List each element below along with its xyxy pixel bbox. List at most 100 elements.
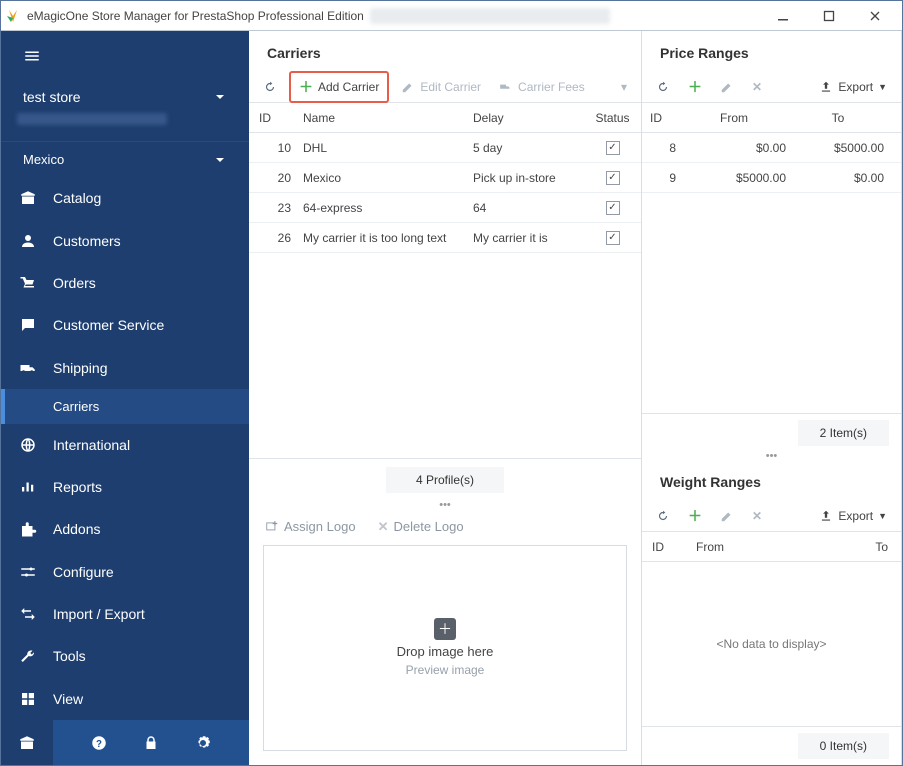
- weight-ranges-footer: 0 Item(s): [642, 726, 901, 765]
- delete-button[interactable]: ✕: [746, 77, 768, 97]
- store-name: test store: [23, 89, 81, 105]
- titlebar: eMagicOne Store Manager for PrestaShop P…: [1, 1, 902, 31]
- logo-drop-area[interactable]: ＋ Drop image here Preview image: [263, 545, 627, 752]
- cell-id: 9: [642, 171, 682, 185]
- edit-button[interactable]: [714, 77, 740, 97]
- refresh-button[interactable]: [650, 506, 676, 526]
- store-subtitle: [1, 113, 249, 141]
- nav-international[interactable]: International: [1, 424, 249, 466]
- minimize-button[interactable]: [760, 2, 806, 30]
- cell-name: 64-express: [297, 201, 467, 215]
- carriers-header-row: ID Name Delay Status: [249, 103, 641, 133]
- splitter[interactable]: •••: [249, 501, 641, 509]
- app-logo-icon: [5, 8, 21, 24]
- col-id[interactable]: ID: [249, 111, 297, 125]
- chevron-down-icon: [213, 153, 227, 167]
- pencil-icon: [720, 509, 734, 523]
- chevron-down-icon: [213, 90, 227, 104]
- carriers-toolbar: ＋ Add Carrier Edit Carrier Carrier Fees …: [249, 71, 641, 103]
- table-row[interactable]: 2364-express64✓: [249, 193, 641, 223]
- nav-configure[interactable]: Configure: [1, 551, 249, 593]
- delete-logo-button[interactable]: ✕ Delete Logo: [372, 516, 470, 538]
- bottombar-help[interactable]: ?: [73, 720, 125, 765]
- preview-text: Preview image: [406, 663, 485, 677]
- col-to[interactable]: To: [810, 540, 898, 554]
- nav-reports[interactable]: Reports: [1, 466, 249, 508]
- cell-status: ✓: [585, 141, 640, 155]
- export-button[interactable]: Export▼: [813, 77, 893, 97]
- add-button[interactable]: ＋: [682, 503, 708, 529]
- add-carrier-button[interactable]: ＋ Add Carrier: [289, 71, 389, 103]
- export-button[interactable]: Export▼: [813, 506, 893, 526]
- nav-orders[interactable]: Orders: [1, 262, 249, 304]
- col-status[interactable]: Status: [585, 111, 640, 125]
- price-ranges-toolbar: ＋ ✕ Export▼: [642, 71, 901, 103]
- refresh-button[interactable]: [650, 77, 676, 97]
- export-icon: [819, 80, 833, 94]
- close-button[interactable]: [852, 2, 898, 30]
- nav-catalog[interactable]: Catalog: [1, 177, 249, 219]
- weight-ranges-title: Weight Ranges: [642, 460, 901, 500]
- maximize-button[interactable]: [806, 2, 852, 30]
- nav-customer-service[interactable]: Customer Service: [1, 304, 249, 346]
- bottombar-store-tab[interactable]: [1, 720, 53, 765]
- refresh-button[interactable]: [257, 77, 283, 97]
- price-ranges-footer: 2 Item(s): [642, 413, 901, 452]
- col-id[interactable]: ID: [642, 540, 690, 554]
- pencil-icon: [401, 80, 415, 94]
- cell-delay: 5 day: [467, 141, 585, 155]
- close-icon: ✕: [378, 519, 389, 535]
- col-id[interactable]: ID: [642, 111, 682, 125]
- col-from[interactable]: From: [690, 540, 810, 554]
- toolbar-dropdown[interactable]: ▾: [615, 77, 633, 97]
- table-row[interactable]: 20MexicoPick up in-store✓: [249, 163, 641, 193]
- nav-customers[interactable]: Customers: [1, 219, 249, 261]
- edit-button[interactable]: [714, 506, 740, 526]
- nav-addons[interactable]: Addons: [1, 508, 249, 550]
- bottombar-lock[interactable]: [125, 720, 177, 765]
- main-content: Carriers ＋ Add Carrier Edit Carrier Carr…: [249, 31, 902, 765]
- nav-import-export[interactable]: Import / Export: [1, 593, 249, 635]
- drop-text: Drop image here: [397, 644, 494, 659]
- nav-shipping[interactable]: Shipping: [1, 347, 249, 389]
- truck-icon: [19, 359, 37, 377]
- splitter[interactable]: •••: [642, 452, 901, 460]
- status-checkbox[interactable]: ✓: [606, 171, 620, 185]
- add-button[interactable]: ＋: [682, 74, 708, 100]
- table-row[interactable]: 8$0.00$5000.00: [642, 133, 901, 163]
- grid-icon: [19, 690, 37, 708]
- cell-id: 10: [249, 141, 297, 155]
- country-selector[interactable]: Mexico: [1, 141, 249, 177]
- delete-button[interactable]: ✕: [746, 506, 768, 526]
- title-blurred: [370, 8, 610, 24]
- cell-to: $0.00: [792, 171, 892, 185]
- wrench-icon: [19, 647, 37, 665]
- table-row[interactable]: 26My carrier it is too long textMy carri…: [249, 223, 641, 253]
- status-checkbox[interactable]: ✓: [606, 231, 620, 245]
- col-name[interactable]: Name: [297, 111, 467, 125]
- export-icon: [819, 509, 833, 523]
- country-label: Mexico: [23, 152, 64, 167]
- nav-carriers[interactable]: Carriers: [1, 389, 249, 424]
- box-icon: [18, 734, 36, 752]
- nav-view[interactable]: View: [1, 678, 249, 720]
- cell-delay: 64: [467, 201, 585, 215]
- status-checkbox[interactable]: ✓: [606, 141, 620, 155]
- store-selector[interactable]: test store: [1, 81, 249, 113]
- status-checkbox[interactable]: ✓: [606, 201, 620, 215]
- hamburger-button[interactable]: [1, 31, 249, 81]
- col-delay[interactable]: Delay: [467, 111, 585, 125]
- nav-tools[interactable]: Tools: [1, 635, 249, 677]
- assign-logo-button[interactable]: Assign Logo: [259, 516, 362, 537]
- table-row[interactable]: 10DHL5 day✓: [249, 133, 641, 163]
- col-from[interactable]: From: [682, 111, 792, 125]
- edit-carrier-button[interactable]: Edit Carrier: [395, 77, 487, 97]
- col-to[interactable]: To: [792, 111, 892, 125]
- chat-icon: [19, 316, 37, 334]
- cell-name: My carrier it is too long text: [297, 231, 467, 245]
- box-icon: [19, 189, 37, 207]
- plus-icon: ＋: [299, 77, 313, 97]
- bottombar-settings[interactable]: [177, 720, 229, 765]
- table-row[interactable]: 9$5000.00$0.00: [642, 163, 901, 193]
- carrier-fees-button[interactable]: Carrier Fees: [493, 77, 591, 97]
